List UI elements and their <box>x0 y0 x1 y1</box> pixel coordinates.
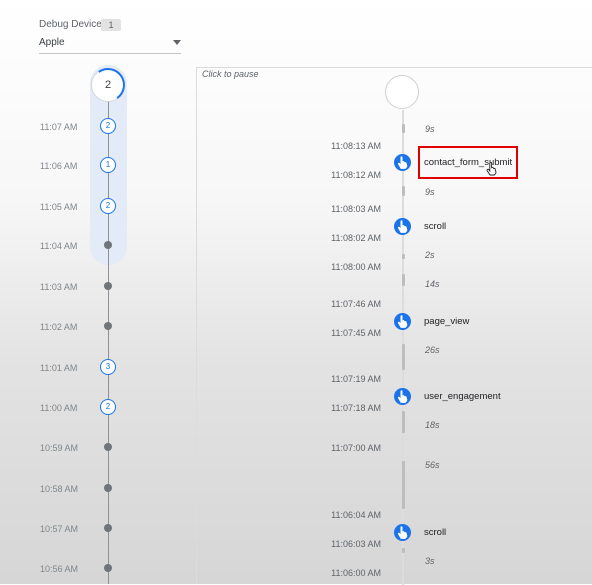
event-time: 11:06:03 AM <box>331 539 381 549</box>
minute-empty-dot <box>104 524 112 532</box>
gap-duration: 3s <box>425 556 435 566</box>
event-time: 11:08:12 AM <box>331 170 381 180</box>
hand-pointer-cursor-icon <box>486 162 497 176</box>
minute-empty-dot <box>104 443 112 451</box>
minute-empty-dot <box>104 564 112 572</box>
seconds-stream-panel[interactable]: Click to pause 9s 9s 2s 14s 26s 18s 56s … <box>196 67 592 585</box>
touch-hand-icon[interactable] <box>394 313 411 330</box>
debug-device-select[interactable]: Apple <box>39 36 181 54</box>
minute-count-badge[interactable]: 2 <box>100 399 116 415</box>
minute-empty-dot <box>104 322 112 330</box>
event-time: 11:06:04 AM <box>331 510 381 520</box>
click-to-pause-hint: Click to pause <box>202 69 259 79</box>
stream-top-circle <box>385 75 419 109</box>
gap-segment <box>401 461 405 509</box>
event-name-scroll[interactable]: scroll <box>424 221 446 232</box>
minute-count-badge[interactable]: 2 <box>100 198 116 214</box>
touch-hand-icon[interactable] <box>394 154 411 171</box>
minute-label: 10:56 AM <box>40 564 79 574</box>
debug-device-label: Debug Device <box>39 19 102 30</box>
gap-segment <box>401 254 405 259</box>
caret-down-icon <box>173 40 181 45</box>
gap-duration: 2s <box>425 250 435 260</box>
touch-hand-icon[interactable] <box>394 388 411 405</box>
event-time: 11:08:03 AM <box>331 204 381 214</box>
selected-event-highlight <box>418 146 518 179</box>
minute-label: 11:02 AM <box>40 322 78 332</box>
event-time: 11:06:00 AM <box>331 568 381 578</box>
minute-empty-dot <box>104 282 112 290</box>
gap-segment <box>401 411 405 433</box>
minute-label: 10:59 AM <box>40 443 79 453</box>
event-time: 11:08:13 AM <box>331 141 381 151</box>
debug-device-value: Apple <box>39 37 65 48</box>
gap-duration: 9s <box>425 124 435 134</box>
event-time: 11:07:18 AM <box>331 403 381 413</box>
event-name-page-view[interactable]: page_view <box>424 316 469 327</box>
minutes-timeline: 2 11:07 AM 2 11:06 AM 1 11:05 AM 2 11:04… <box>0 60 196 584</box>
event-time: 11:08:00 AM <box>331 262 381 272</box>
minute-count-badge[interactable]: 3 <box>100 359 116 375</box>
touch-hand-icon[interactable] <box>394 524 411 541</box>
gap-segment <box>401 548 405 553</box>
event-time: 11:07:19 AM <box>331 374 381 384</box>
gap-duration: 9s <box>425 187 435 197</box>
minute-label: 11:01 AM <box>40 363 78 373</box>
gap-segment <box>401 344 405 370</box>
minute-empty-dot <box>104 484 112 492</box>
minute-label: 10:58 AM <box>40 484 79 494</box>
minute-label: 11:04 AM <box>40 241 78 251</box>
event-time: 11:07:00 AM <box>331 443 381 453</box>
minute-label: 11:06 AM <box>40 161 78 171</box>
minutes-top-count[interactable]: 2 <box>88 65 128 105</box>
minute-label: 11:03 AM <box>40 282 78 292</box>
minute-label: 11:00 AM <box>40 403 78 413</box>
event-name-user-engagement[interactable]: user_engagement <box>424 391 501 402</box>
event-time: 11:07:46 AM <box>331 299 381 309</box>
gap-segment <box>401 274 405 286</box>
gap-duration: 18s <box>425 420 440 430</box>
minute-label: 11:07 AM <box>40 122 78 132</box>
gap-segment <box>401 186 405 196</box>
touch-hand-icon[interactable] <box>394 218 411 235</box>
debug-device-count-badge: 1 <box>101 19 121 31</box>
event-name-scroll[interactable]: scroll <box>424 527 446 538</box>
gap-duration: 26s <box>425 345 440 355</box>
minute-label: 11:05 AM <box>40 202 78 212</box>
minute-label: 10:57 AM <box>40 524 79 534</box>
gap-duration: 14s <box>425 279 440 289</box>
gap-segment <box>401 124 405 133</box>
minute-empty-dot <box>104 241 112 249</box>
event-time: 11:08:02 AM <box>331 233 381 243</box>
gap-duration: 56s <box>425 460 440 470</box>
event-time: 11:07:45 AM <box>331 328 381 338</box>
minute-count-badge[interactable]: 1 <box>100 157 116 173</box>
minute-count-badge[interactable]: 2 <box>100 118 116 134</box>
